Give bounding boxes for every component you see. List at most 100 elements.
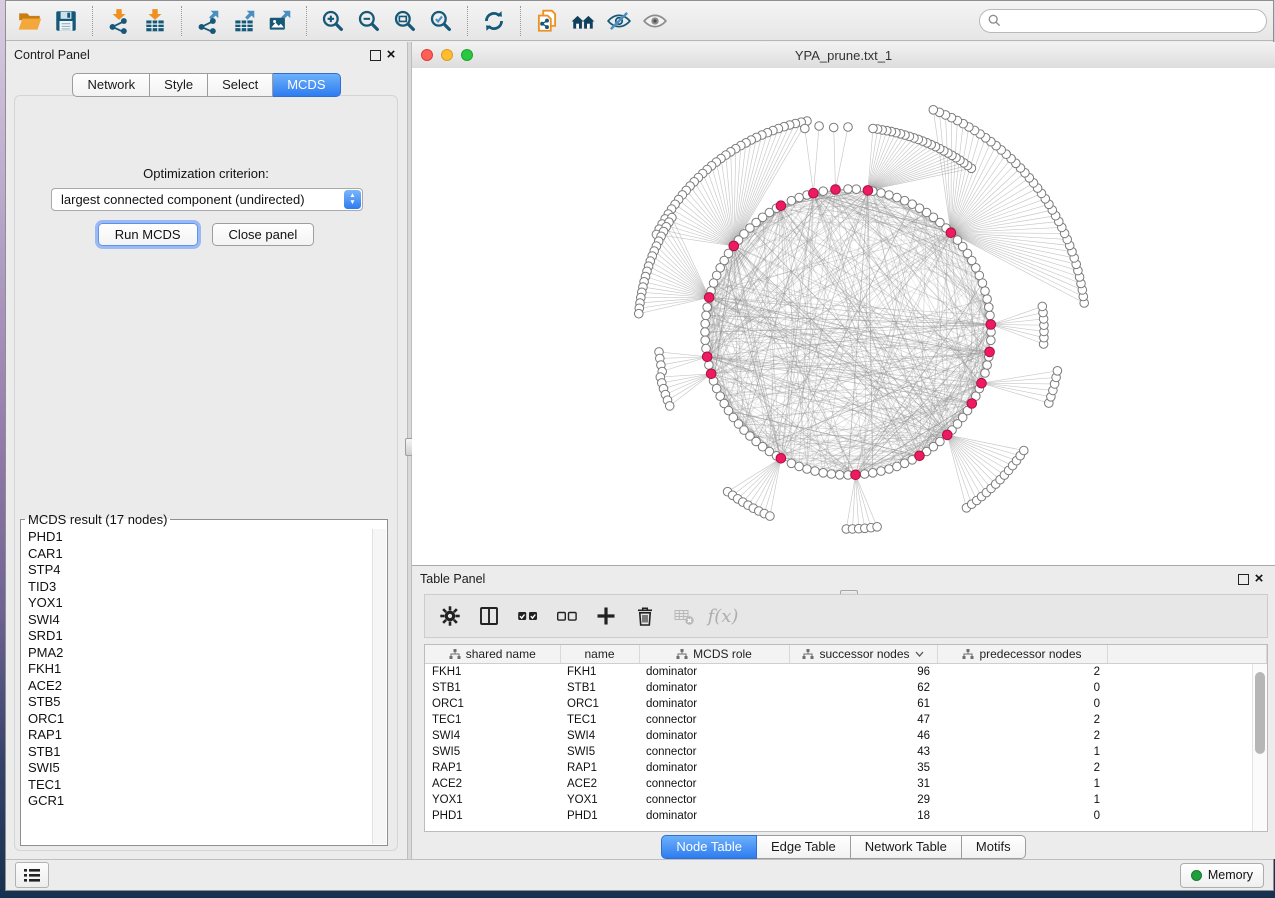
table-scrollbar[interactable] — [1252, 664, 1267, 831]
network-node[interactable] — [829, 123, 838, 132]
network-node[interactable] — [701, 336, 710, 345]
column-header-successor-nodes[interactable]: successor nodes — [789, 645, 937, 664]
tab-motifs[interactable]: Motifs — [962, 835, 1026, 859]
column-header-shared-name[interactable]: shared name — [425, 645, 560, 664]
mcds-hub-node[interactable] — [943, 430, 953, 440]
network-node[interactable] — [844, 185, 853, 194]
network-node[interactable] — [766, 512, 775, 521]
network-node[interactable] — [986, 311, 995, 320]
mcds-hub-node[interactable] — [946, 228, 956, 238]
mcds-result-item[interactable]: TEC1 — [21, 777, 372, 794]
float-panel-icon[interactable] — [367, 47, 383, 63]
export-image-button[interactable] — [262, 6, 298, 36]
delete-column-button[interactable] — [630, 601, 660, 631]
mcds-hub-node[interactable] — [729, 241, 739, 251]
network-node[interactable] — [665, 402, 674, 411]
network-node[interactable] — [787, 196, 796, 205]
table-row[interactable]: YOX1YOX1connector291 — [425, 792, 1267, 808]
network-node[interactable] — [852, 185, 861, 194]
mcds-hub-node[interactable] — [831, 185, 841, 195]
mcds-hub-node[interactable] — [977, 378, 987, 388]
hide-selected-button[interactable] — [601, 6, 637, 36]
network-node[interactable] — [702, 344, 711, 353]
column-header-MCDS-role[interactable]: MCDS role — [639, 645, 789, 664]
import-network-button[interactable] — [101, 6, 137, 36]
task-history-button[interactable] — [15, 862, 49, 888]
network-node[interactable] — [877, 467, 886, 476]
network-node[interactable] — [635, 309, 644, 318]
mcds-hub-node[interactable] — [967, 399, 977, 409]
tab-edge-table[interactable]: Edge Table — [757, 835, 851, 859]
add-column-button[interactable] — [591, 601, 621, 631]
network-node[interactable] — [936, 437, 945, 446]
mcds-hub-node[interactable] — [702, 352, 712, 362]
table-row[interactable]: RAP1RAP1dominator352 — [425, 760, 1267, 776]
column-header-predecessor-nodes[interactable]: predecessor nodes — [937, 645, 1107, 664]
close-panel-icon[interactable]: × — [383, 47, 399, 63]
network-node[interactable] — [877, 189, 886, 198]
table-row[interactable]: FKH1FKH1dominator962 — [425, 664, 1267, 681]
network-node[interactable] — [929, 106, 938, 115]
mcds-hub-node[interactable] — [985, 347, 995, 357]
mcds-result-item[interactable]: PHD1 — [21, 529, 372, 546]
network-node[interactable] — [885, 191, 894, 200]
mcds-result-item[interactable]: FKH1 — [21, 661, 372, 678]
network-node[interactable] — [702, 311, 711, 320]
network-node[interactable] — [803, 465, 812, 474]
network-node[interactable] — [705, 361, 714, 370]
mcds-result-item[interactable]: PMA2 — [21, 645, 372, 662]
first-neighbors-button[interactable] — [565, 6, 601, 36]
tab-mcds[interactable]: MCDS — [273, 73, 340, 97]
network-node[interactable] — [981, 287, 990, 296]
table-row[interactable]: SWI5SWI5connector431 — [425, 744, 1267, 760]
network-node[interactable] — [873, 523, 882, 532]
mcds-result-item[interactable]: SWI4 — [21, 612, 372, 629]
mcds-hub-node[interactable] — [809, 188, 819, 198]
table-scrollbar-thumb[interactable] — [1255, 672, 1265, 754]
network-node[interactable] — [860, 470, 869, 479]
zoom-out-button[interactable] — [351, 6, 387, 36]
network-node[interactable] — [987, 336, 996, 345]
network-node[interactable] — [1053, 367, 1062, 376]
network-node[interactable] — [985, 303, 994, 312]
network-node[interactable] — [983, 361, 992, 370]
zoom-selected-button[interactable] — [423, 6, 459, 36]
network-node[interactable] — [701, 328, 710, 337]
mcds-result-item[interactable]: GCR1 — [21, 793, 372, 810]
mcds-result-item[interactable]: STB1 — [21, 744, 372, 761]
network-node[interactable] — [819, 469, 828, 478]
mcds-hub-node[interactable] — [704, 293, 714, 303]
table-row[interactable]: ACE2ACE2connector311 — [425, 776, 1267, 792]
network-node[interactable] — [827, 470, 836, 479]
mcds-result-item[interactable]: YOX1 — [21, 595, 372, 612]
network-node[interactable] — [983, 295, 992, 304]
save-session-button[interactable] — [48, 6, 84, 36]
import-table-button[interactable] — [137, 6, 173, 36]
mcds-result-item[interactable]: CAR1 — [21, 546, 372, 563]
network-node[interactable] — [1020, 446, 1029, 455]
network-node[interactable] — [981, 369, 990, 378]
column-header-name[interactable]: name — [560, 645, 639, 664]
network-node[interactable] — [844, 123, 853, 132]
mcds-hub-node[interactable] — [776, 454, 786, 464]
network-node[interactable] — [811, 467, 820, 476]
table-row[interactable]: SWI4SWI4dominator462 — [425, 728, 1267, 744]
network-node[interactable] — [869, 124, 878, 133]
search-input[interactable] — [1006, 13, 1258, 29]
network-node[interactable] — [819, 187, 828, 196]
network-window-titlebar[interactable]: YPA_prune.txt_1 — [412, 42, 1275, 69]
memory-button[interactable]: Memory — [1180, 863, 1264, 888]
search-field[interactable] — [979, 9, 1267, 33]
network-node[interactable] — [885, 465, 894, 474]
tab-select[interactable]: Select — [208, 73, 273, 97]
deselect-all-columns-button[interactable] — [552, 601, 582, 631]
table-settings-button[interactable] — [435, 601, 465, 631]
mcds-hub-node[interactable] — [986, 320, 996, 330]
table-row[interactable]: ORC1ORC1dominator610 — [425, 696, 1267, 712]
open-file-button[interactable] — [12, 6, 48, 36]
apply-layout-button[interactable] — [476, 6, 512, 36]
table-row[interactable]: STB1STB1dominator620 — [425, 680, 1267, 696]
network-node[interactable] — [795, 462, 804, 471]
mcds-hub-node[interactable] — [863, 186, 873, 196]
network-node[interactable] — [801, 124, 810, 133]
